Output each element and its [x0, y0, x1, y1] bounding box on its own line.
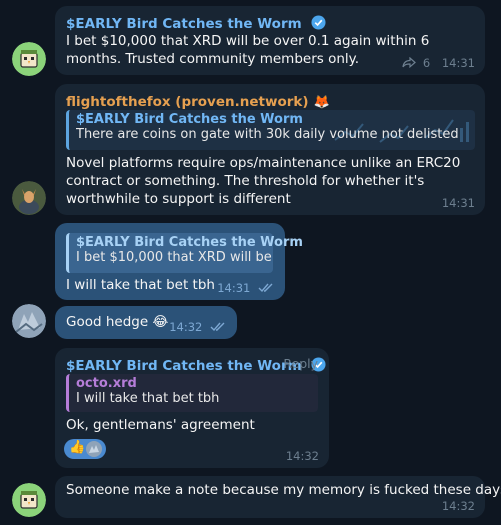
message-bubble[interactable]: $EARLY Bird Catches the Worm I bet $10,0… — [55, 223, 303, 300]
message-bubble[interactable]: Good hedge 😂 14:32 — [55, 306, 237, 339]
message-bubble[interactable]: $EARLY Bird Catches the Worm Reply octo.… — [55, 348, 329, 468]
sender-name[interactable]: $EARLY Bird Catches the Worm — [66, 13, 326, 32]
message-bubble[interactable]: $EARLY Bird Catches the Worm I bet $10,0… — [55, 6, 485, 75]
forward-icon — [402, 56, 417, 69]
fox-avatar-icon — [12, 181, 46, 215]
avatar[interactable] — [12, 42, 46, 76]
reply-sender: $EARLY Bird Catches the Worm — [76, 235, 303, 250]
message-time: 14:32 — [441, 499, 475, 513]
message-time: 14:32 — [169, 320, 203, 334]
verified-icon — [311, 15, 326, 30]
message-time: 14:32 — [285, 449, 319, 463]
reply-button[interactable]: Reply — [283, 356, 318, 371]
reply-quote[interactable]: $EARLY Bird Catches the Worm There are c… — [66, 110, 475, 150]
reaction-chip[interactable]: 👍 — [64, 439, 106, 459]
octo-avatar-icon — [12, 304, 46, 338]
avatar[interactable] — [12, 304, 46, 338]
reply-text: There are coins on gate with 30k daily v… — [76, 127, 459, 142]
message-text: Ok, gentlemans' agreement — [66, 417, 255, 433]
bird-avatar-icon — [12, 42, 46, 76]
message-time: 14:31 — [441, 56, 475, 70]
message-meta: 6 14:31 — [402, 56, 475, 70]
message-meta: 14:31 — [217, 281, 275, 295]
message-text: Someone make a note because my memory is… — [66, 482, 501, 498]
message-text: Novel platforms require ops/maintenance … — [66, 155, 461, 207]
reply-sender: $EARLY Bird Catches the Worm — [76, 112, 303, 127]
reply-text: I bet $10,000 that XRD will be o... — [76, 250, 273, 265]
message-meta: 14:32 — [169, 320, 227, 334]
double-check-icon — [210, 322, 225, 332]
message-time: 14:31 — [217, 281, 251, 295]
reactor-avatar-icon — [86, 441, 102, 457]
reply-text: I will take that bet tbh — [76, 391, 220, 406]
sender-name[interactable]: flightofthefox (proven.network) 🦊 — [66, 91, 330, 110]
bird-avatar-icon — [12, 483, 46, 517]
message-text: I will take that bet tbh — [66, 277, 215, 293]
forward-count: 6 — [422, 56, 431, 70]
reply-quote[interactable]: octo.xrd I will take that bet tbh — [66, 374, 318, 412]
fox-emoji: 🦊 — [313, 95, 330, 110]
message-bubble[interactable]: flightofthefox (proven.network) 🦊 $EARLY… — [55, 84, 485, 215]
reply-sender: octo.xrd — [76, 376, 137, 391]
double-check-icon — [258, 283, 273, 293]
message-text: Good hedge 😂 — [66, 314, 169, 330]
message-bubble[interactable]: Someone make a note because my memory is… — [55, 476, 501, 518]
avatar[interactable] — [12, 181, 46, 215]
reply-quote[interactable]: $EARLY Bird Catches the Worm I bet $10,0… — [66, 233, 303, 273]
avatar[interactable] — [12, 483, 46, 517]
thumbs-up-reaction: 👍 — [69, 440, 86, 455]
message-time: 14:31 — [441, 196, 475, 210]
